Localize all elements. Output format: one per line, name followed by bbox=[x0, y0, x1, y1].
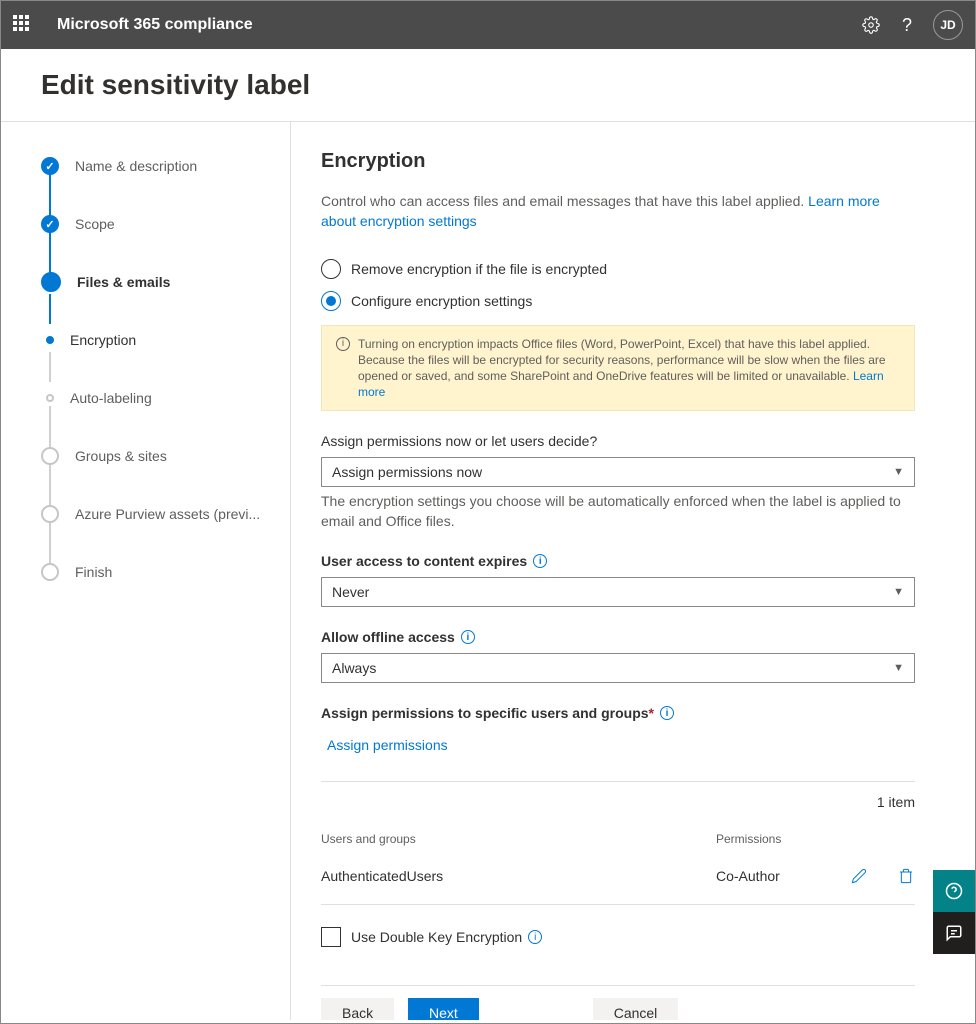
assign-permissions-select[interactable]: Assign permissions now▼ bbox=[321, 457, 915, 487]
wizard-footer: Back Next Cancel bbox=[321, 998, 915, 1020]
info-icon[interactable]: i bbox=[660, 706, 674, 720]
info-icon[interactable]: i bbox=[528, 930, 542, 944]
step-groups-sites[interactable]: Groups & sites bbox=[41, 440, 290, 472]
wizard-steps-sidebar: ✓Name & description ✓Scope Files & email… bbox=[1, 122, 291, 1020]
chevron-down-icon: ▼ bbox=[893, 662, 904, 674]
radio-configure-encryption[interactable]: Configure encryption settings bbox=[321, 291, 915, 311]
expires-label: User access to content expiresi bbox=[321, 553, 915, 569]
step-name-description[interactable]: ✓Name & description bbox=[41, 150, 290, 182]
page-title: Edit sensitivity label bbox=[41, 69, 935, 101]
table-row: AuthenticatedUsers Co-Author bbox=[321, 856, 915, 896]
assign-permissions-label: Assign permissions now or let users deci… bbox=[321, 433, 915, 449]
floating-help-buttons bbox=[933, 870, 975, 954]
feedback-icon[interactable] bbox=[933, 912, 975, 954]
info-icon: i bbox=[336, 337, 350, 351]
assign-permissions-link[interactable]: Assign permissions bbox=[327, 737, 448, 753]
app-launcher-icon[interactable] bbox=[13, 15, 33, 35]
step-encryption[interactable]: Encryption bbox=[41, 324, 290, 356]
page-header: Edit sensitivity label bbox=[1, 49, 975, 122]
expires-select[interactable]: Never▼ bbox=[321, 577, 915, 607]
main-content: Encryption Control who can access files … bbox=[291, 122, 975, 1020]
back-button[interactable]: Back bbox=[321, 998, 394, 1020]
radio-remove-encryption[interactable]: Remove encryption if the file is encrypt… bbox=[321, 259, 915, 279]
offline-select[interactable]: Always▼ bbox=[321, 653, 915, 683]
double-key-encryption-checkbox[interactable]: Use Double Key Encryption i bbox=[321, 927, 915, 947]
chevron-down-icon: ▼ bbox=[893, 586, 904, 598]
permissions-table-header: Users and groups Permissions bbox=[321, 832, 915, 856]
next-button[interactable]: Next bbox=[408, 998, 479, 1020]
cell-permission: Co-Author bbox=[716, 868, 821, 884]
info-icon[interactable]: i bbox=[533, 554, 547, 568]
chevron-down-icon: ▼ bbox=[893, 466, 904, 478]
cell-users-groups: AuthenticatedUsers bbox=[321, 868, 716, 884]
delete-icon[interactable] bbox=[896, 866, 915, 886]
cancel-button[interactable]: Cancel bbox=[593, 998, 679, 1020]
col-permissions: Permissions bbox=[716, 832, 821, 846]
top-bar: Microsoft 365 compliance ? JD bbox=[1, 1, 975, 49]
info-icon[interactable]: i bbox=[461, 630, 475, 644]
item-count: 1 item bbox=[321, 794, 915, 810]
groups-label: Assign permissions to specific users and… bbox=[321, 705, 915, 721]
section-description: Control who can access files and email m… bbox=[321, 191, 915, 231]
step-purview-assets[interactable]: Azure Purview assets (previ... bbox=[41, 498, 290, 530]
col-users-groups: Users and groups bbox=[321, 832, 716, 846]
settings-icon[interactable] bbox=[855, 9, 887, 41]
assign-permissions-helper: The encryption settings you choose will … bbox=[321, 491, 915, 531]
offline-label: Allow offline accessi bbox=[321, 629, 915, 645]
user-avatar[interactable]: JD bbox=[933, 10, 963, 40]
step-files-emails[interactable]: Files & emails bbox=[41, 266, 290, 298]
app-title: Microsoft 365 compliance bbox=[57, 16, 253, 34]
encryption-warning-banner: i Turning on encryption impacts Office f… bbox=[321, 325, 915, 411]
step-auto-labeling[interactable]: Auto-labeling bbox=[41, 382, 290, 414]
help-widget-icon[interactable] bbox=[933, 870, 975, 912]
step-scope[interactable]: ✓Scope bbox=[41, 208, 290, 240]
step-finish[interactable]: Finish bbox=[41, 556, 290, 588]
help-icon[interactable]: ? bbox=[891, 9, 923, 41]
edit-icon[interactable] bbox=[849, 866, 868, 886]
section-heading: Encryption bbox=[321, 150, 915, 173]
